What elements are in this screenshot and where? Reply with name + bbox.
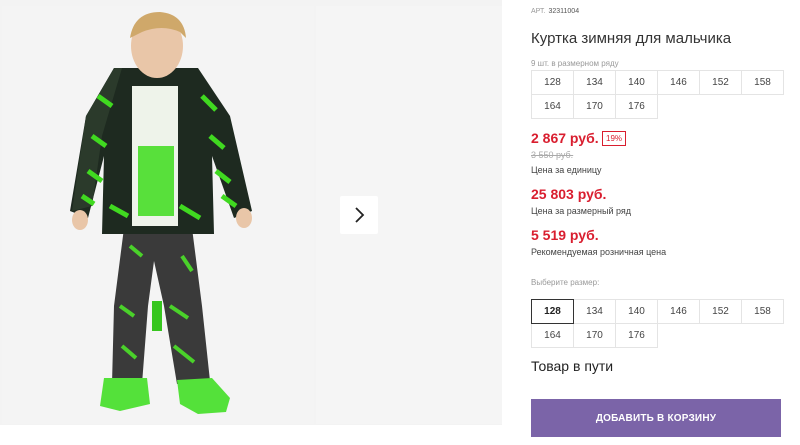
size-option[interactable]: 134	[573, 299, 616, 324]
product-info-panel: АРТ. 32311004 Куртка зимняя для мальчика …	[531, 0, 786, 445]
choose-size-label: Выберите размер:	[531, 278, 600, 287]
size-range-note: 9 шт. в размерном ряду	[531, 59, 619, 68]
article-number: АРТ. 32311004	[531, 8, 579, 15]
product-gallery	[0, 0, 502, 445]
chevron-right-icon	[355, 207, 365, 223]
size-option-selected[interactable]: 128	[531, 299, 574, 324]
product-photo[interactable]	[2, 6, 314, 424]
retail-price-caption: Рекомендуемая розничная цена	[531, 247, 667, 257]
size-selector-grid: 128 134 140 146 152 158 164 170 176	[531, 299, 784, 348]
range-price-caption: Цена за размерный ряд	[531, 206, 632, 216]
range-price: 25 803 руб.	[531, 186, 607, 202]
size-option[interactable]: 176	[615, 323, 658, 348]
size-option[interactable]: 146	[657, 299, 700, 324]
size-option[interactable]: 164	[531, 323, 574, 348]
range-size-cell: 158	[741, 70, 784, 95]
size-option[interactable]: 158	[741, 299, 784, 324]
size-range-grid: 128 134 140 146 152 158 164 170 176	[531, 70, 784, 119]
add-to-cart-button[interactable]: ДОБАВИТЬ В КОРЗИНУ	[531, 399, 781, 437]
article-label: АРТ.	[531, 8, 546, 15]
boy-in-jacket-image	[2, 6, 314, 424]
range-size-cell: 128	[531, 70, 574, 95]
range-size-cell: 140	[615, 70, 658, 95]
range-size-cell: 146	[657, 70, 700, 95]
range-size-cell: 164	[531, 94, 574, 119]
range-size-cell: 134	[573, 70, 616, 95]
size-option[interactable]: 140	[615, 299, 658, 324]
range-size-cell: 176	[615, 94, 658, 119]
unit-price-caption: Цена за единицу	[531, 165, 602, 175]
unit-price: 2 867 руб.	[531, 130, 599, 146]
gallery-bottom-strip	[0, 425, 502, 445]
old-price: 3 550 руб.	[531, 150, 574, 160]
product-title: Куртка зимняя для мальчика	[531, 30, 732, 47]
article-code: 32311004	[548, 8, 580, 15]
range-size-cell: 170	[573, 94, 616, 119]
retail-price: 5 519 руб.	[531, 227, 599, 243]
size-option[interactable]: 152	[699, 299, 742, 324]
size-option[interactable]: 170	[573, 323, 616, 348]
availability-status: Товар в пути	[531, 358, 614, 374]
range-size-cell: 152	[699, 70, 742, 95]
discount-badge: 19%	[602, 131, 627, 146]
gallery-next-button[interactable]	[340, 196, 378, 234]
